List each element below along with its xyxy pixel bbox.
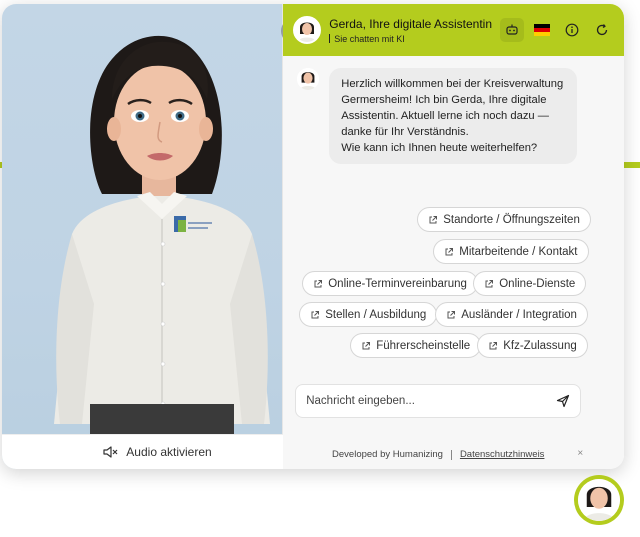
bot-message: Herzlich willkommen bei der Kreisverwalt… [297,68,578,164]
header-actions [500,18,614,42]
avatar-portrait [295,18,320,42]
robot-icon [506,24,518,35]
header-text: Gerda, Ihre digitale Assistentin Sie cha… [329,17,492,44]
header-subtitle: Sie chatten mit KI [329,34,492,44]
message-bubble: Herzlich willkommen bei der Kreisverwalt… [329,68,578,164]
external-link-icon [362,341,371,349]
chat-widget: Audio aktivieren Gerda, Ihre digitale As… [2,4,624,469]
chat-footer: Developed by Humanizing Datenschutzhinwe… [283,440,593,469]
quick-reply-label: Standorte / Öffnungszeiten [443,213,580,226]
external-link-icon [485,279,494,287]
quick-reply-label: Kfz-Zulassung [503,339,577,352]
avatar-portrait [297,68,320,90]
chat-header: Gerda, Ihre digitale Assistentin Sie cha… [283,4,624,56]
external-link-icon [489,341,498,349]
avatar-portrait [578,479,620,521]
restart-icon [596,24,608,36]
message-composer [295,384,582,418]
message-line: Wie kann ich Ihnen heute weiterhelfen? [341,142,538,154]
quick-reply-label: Online-Terminvereinbarung [328,277,467,290]
quick-reply-mitarbeitende[interactable]: Mitarbeitende / Kontakt [433,239,589,264]
language-button[interactable] [530,18,554,42]
quick-reply-label: Stellen / Ausbildung [325,308,427,321]
quick-reply-online-dienste[interactable]: Online-Dienste [473,271,587,296]
credit-text: Developed by Humanizing [332,449,443,460]
privacy-link[interactable]: Datenschutzhinweis [460,449,545,460]
avatar-panel: Audio aktivieren [2,4,312,469]
message-line: Herzlich willkommen bei der Kreisverwalt… [341,78,564,90]
audio-label: Audio aktivieren [126,445,212,459]
quick-reply-auslaender[interactable]: Ausländer / Integration [435,302,588,327]
external-link-icon [447,310,456,318]
quick-reply-label: Führerscheinstelle [376,339,471,352]
quick-reply-fuehrerschein[interactable]: Führerscheinstelle [350,333,482,358]
robot-mode-button[interactable] [500,18,524,42]
avatar [578,479,620,521]
german-flag-icon [534,24,550,36]
activate-audio-button[interactable]: Audio aktivieren [2,434,312,469]
message-input[interactable] [306,395,557,407]
quick-reply-stellen[interactable]: Stellen / Ausbildung [299,302,438,327]
quick-reply-online-termin[interactable]: Online-Terminvereinbarung [302,271,478,296]
info-icon [565,23,579,37]
chat-panel: Gerda, Ihre digitale Assistentin Sie cha… [283,4,624,469]
external-link-icon [429,215,438,223]
send-icon[interactable] [556,394,570,408]
info-button[interactable] [560,18,584,42]
subtitle-divider [329,34,331,43]
quick-reply-label: Mitarbeitende / Kontakt [459,245,578,258]
speaker-muted-icon [103,446,118,458]
quick-reply-kfz[interactable]: Kfz-Zulassung [477,333,588,358]
avatar [293,16,322,44]
message-line: Assistentin. Aktuell lerne ich noch dazu… [341,110,549,122]
avatar-figure [54,35,270,434]
external-link-icon [314,279,323,287]
restart-button[interactable] [590,18,614,42]
external-link-icon [311,310,320,318]
message-line: danke für Ihr Verständnis. [341,126,469,138]
message-line: Germersheim! Ich bin Gerda, Ihre digital… [341,94,547,106]
quick-reply-label: Online-Dienste [499,277,576,290]
bot-avatar [297,68,320,90]
footer-divider [450,449,452,460]
chat-launcher-button[interactable] [574,475,624,525]
quick-reply-standorte[interactable]: Standorte / Öffnungszeiten [417,207,591,232]
ai-disclosure-label: Sie chatten mit KI [334,33,405,44]
close-icon[interactable]: × [577,448,583,459]
external-link-icon [445,247,454,255]
quick-reply-label: Ausländer / Integration [461,308,577,321]
page-title: Gerda, Ihre digitale Assistentin [329,16,492,31]
